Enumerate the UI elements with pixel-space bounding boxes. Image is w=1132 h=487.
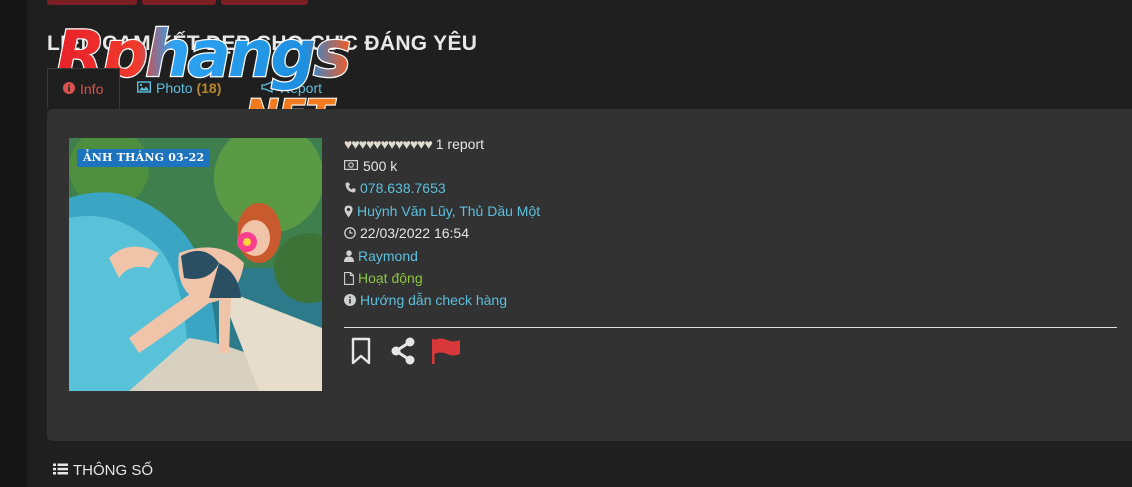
map-marker-icon — [344, 205, 353, 218]
info-icon — [344, 294, 356, 306]
action-buttons — [349, 337, 460, 365]
top-nav-button-1[interactable] — [47, 0, 137, 5]
price-row: 500 k — [344, 156, 397, 176]
top-nav-button-3[interactable] — [221, 0, 308, 5]
specs-label: THÔNG SỐ — [73, 462, 154, 479]
bookmark-icon[interactable] — [349, 337, 377, 365]
author-link[interactable]: Raymond — [358, 248, 418, 264]
location-link[interactable]: Huỳnh Văn Lũy, Thủ Dầu Một — [357, 203, 540, 219]
heart-rating-icons: ♥♥♥♥♥♥♥♥♥♥♥♥ — [344, 136, 433, 152]
clock-icon — [344, 227, 356, 239]
specs-section-header: THÔNG SỐ — [53, 462, 153, 479]
tab-info[interactable]: Info — [47, 68, 120, 109]
info-circle-icon — [63, 82, 75, 97]
phone-icon — [344, 182, 356, 194]
check-guide-link[interactable]: Hướng dẫn check hàng — [360, 292, 507, 308]
phone-number-link[interactable]: 078.638.7653 — [360, 180, 446, 196]
info-divider — [344, 327, 1117, 328]
status-row: Hoạt động — [344, 268, 423, 288]
left-edge-strip — [0, 0, 27, 487]
author-row: Raymond — [344, 246, 418, 266]
datetime-row: 22/03/2022 16:54 — [344, 223, 469, 243]
list-icon — [53, 462, 68, 479]
money-icon — [344, 160, 359, 172]
guide-row: Hướng dẫn check hàng — [344, 290, 507, 310]
phone-row: 078.638.7653 — [344, 178, 446, 198]
price-value: 500 k — [363, 158, 398, 174]
status-badge: Hoạt động — [358, 270, 423, 286]
profile-photo[interactable]: ẢNH THÁNG 03-22 — [69, 138, 322, 391]
photo-month-badge: ẢNH THÁNG 03-22 — [77, 149, 211, 167]
user-icon — [344, 250, 354, 262]
tab-info-label: Info — [80, 81, 104, 97]
post-datetime: 22/03/2022 16:54 — [360, 225, 469, 241]
file-icon — [344, 272, 354, 285]
top-nav-button-2[interactable] — [142, 0, 216, 5]
report-count: 1 report — [435, 136, 484, 152]
rating-row: ♥♥♥♥♥♥♥♥♥♥♥♥ 1 report — [344, 134, 484, 154]
share-icon[interactable] — [390, 337, 418, 365]
location-row: Huỳnh Văn Lũy, Thủ Dầu Một — [344, 201, 540, 221]
report-flag-icon[interactable] — [431, 337, 460, 365]
